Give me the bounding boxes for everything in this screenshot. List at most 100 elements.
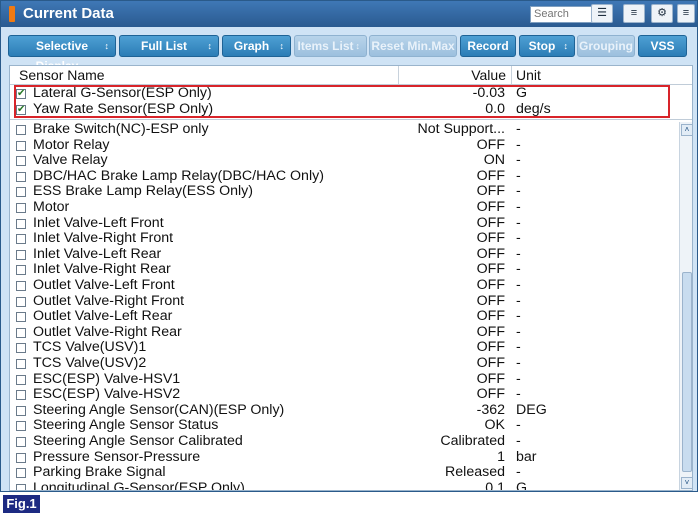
figure-label: Fig.1: [3, 495, 40, 513]
row-checkbox[interactable]: [16, 140, 26, 151]
sensor-unit: -: [516, 261, 521, 278]
row-checkbox[interactable]: [16, 171, 26, 182]
table-row[interactable]: ESC(ESP) Valve-HSV2 OFF -: [10, 387, 679, 403]
row-checkbox[interactable]: [16, 125, 26, 135]
row-checkbox[interactable]: [16, 452, 26, 463]
table-row[interactable]: Longitudinal G-Sensor(ESP Only) 0.1 G: [10, 479, 679, 491]
row-checkbox[interactable]: [16, 483, 26, 490]
sensor-name: Outlet Valve-Left Front: [33, 277, 175, 293]
table-row[interactable]: Outlet Valve-Left Front OFF -: [10, 277, 679, 294]
sensor-value: OFF: [476, 324, 505, 340]
sensor-unit: G: [516, 479, 528, 491]
row-checkbox[interactable]: [16, 405, 26, 416]
table-row[interactable]: Outlet Valve-Right Front OFF -: [10, 293, 679, 310]
table-row[interactable]: Parking Brake Signal Released -: [10, 465, 679, 481]
row-checkbox[interactable]: [16, 390, 26, 401]
table-row[interactable]: Inlet Valve-Right Rear OFF -: [10, 262, 679, 278]
current-data-window: Current Data ☰ ≡ ⚙ ≡ Selective Display↕F…: [0, 0, 698, 492]
row-checkbox[interactable]: [16, 296, 26, 307]
sensor-unit: -: [516, 308, 521, 325]
sensor-value: Calibrated: [440, 434, 505, 449]
row-checkbox[interactable]: [16, 421, 26, 432]
sensor-value: OFF: [476, 356, 505, 371]
scroll-up-icon[interactable]: ˄: [681, 124, 692, 136]
sensor-name: Steering Angle Sensor Calibrated: [33, 433, 243, 449]
table-row[interactable]: Inlet Valve-Right Front OFF -: [10, 231, 679, 247]
sensor-value: 1: [497, 449, 505, 465]
table-row[interactable]: TCS Valve(USV)1 OFF -: [10, 340, 679, 356]
sensor-unit: DEG: [516, 401, 547, 418]
row-checkbox[interactable]: [16, 312, 26, 323]
sensor-unit: -: [516, 121, 521, 137]
row-checkbox[interactable]: [16, 281, 26, 291]
scroll-down-icon[interactable]: ˅: [681, 477, 692, 489]
search-input[interactable]: [530, 6, 594, 23]
title-bar: Current Data ☰ ≡ ⚙ ≡: [1, 1, 697, 27]
sensor-value: ON: [483, 153, 505, 169]
toolbar-button-full-list[interactable]: Full List ↕: [119, 35, 219, 57]
sensor-unit: -: [516, 199, 521, 215]
vertical-scrollbar[interactable]: ˄ ˅: [679, 122, 692, 490]
sensor-name: Steering Angle Sensor Status: [33, 417, 219, 434]
button-label: VSS: [650, 39, 675, 53]
scrollbar-thumb[interactable]: [682, 272, 692, 472]
row-checkbox[interactable]: [16, 234, 26, 245]
sensor-unit: -: [516, 433, 521, 449]
row-checkbox[interactable]: [16, 187, 26, 198]
dropdown-arrow-icon: ↕: [563, 41, 569, 51]
row-checkbox[interactable]: [16, 374, 26, 385]
table-row[interactable]: TCS Valve(USV)2 OFF -: [10, 355, 679, 372]
sensor-name: DBC/HAC Brake Lamp Relay(DBC/HAC Only): [33, 167, 324, 184]
table-row[interactable]: Brake Switch(NC)-ESP only Not Support... -: [10, 121, 679, 138]
table-row[interactable]: Motor Relay OFF -: [10, 137, 679, 154]
toolbar-button-graph[interactable]: Graph ↕: [222, 35, 291, 57]
row-checkbox[interactable]: [16, 437, 26, 447]
table-row[interactable]: Steering Angle Sensor Calibrated Calibrat…: [10, 433, 679, 450]
table-row[interactable]: Steering Angle Sensor(CAN)(ESP Only) -362…: [10, 401, 679, 419]
row-checkbox[interactable]: [16, 265, 26, 276]
toolbar-button-reset-min-max[interactable]: Reset Min.Max: [369, 35, 457, 57]
table-row[interactable]: Inlet Valve-Left Rear OFF -: [10, 245, 679, 263]
highlight-frame: [14, 85, 670, 118]
window-title: Current Data: [23, 5, 114, 22]
toolbar-button-vss[interactable]: VSS: [638, 35, 687, 57]
table-row[interactable]: DBC/HAC Brake Lamp Relay(DBC/HAC Only) OF…: [10, 167, 679, 185]
dropdown-arrow-icon: ↕: [279, 41, 285, 51]
sensor-unit: -: [516, 183, 521, 200]
row-checkbox[interactable]: [16, 468, 26, 479]
table-header: Sensor Name Value Unit: [10, 66, 692, 85]
row-checkbox[interactable]: [16, 343, 26, 354]
row-checkbox[interactable]: [16, 156, 26, 167]
row-checkbox[interactable]: [16, 203, 26, 213]
toolbar-button-items-list[interactable]: Items List ↕: [294, 35, 367, 57]
toolbar-button-stop[interactable]: Stop ↕: [519, 35, 575, 57]
table-row[interactable]: Valve Relay ON -: [10, 153, 679, 169]
sensor-name: Inlet Valve-Left Rear: [33, 245, 162, 262]
sensor-name: ESC(ESP) Valve-HSV2: [33, 386, 181, 403]
table-row[interactable]: Motor OFF -: [10, 199, 679, 216]
row-checkbox[interactable]: [16, 327, 26, 338]
sensor-value: OFF: [476, 184, 505, 200]
menu-icon[interactable]: ≡: [677, 4, 695, 23]
row-checkbox[interactable]: [16, 249, 26, 260]
sensor-unit: -: [516, 386, 521, 403]
column-divider: [511, 66, 512, 84]
row-checkbox[interactable]: [16, 359, 26, 369]
table-row[interactable]: Steering Angle Sensor Status OK -: [10, 418, 679, 434]
toolbar-button-record[interactable]: Record: [460, 35, 516, 57]
toolbar-button-selective-display[interactable]: Selective Display↕: [8, 35, 116, 73]
toolbar-button-grouping[interactable]: Grouping: [577, 35, 635, 57]
table-row[interactable]: Inlet Valve-Left Front OFF -: [10, 215, 679, 232]
table-row[interactable]: ESS Brake Lamp Relay(ESS Only) OFF -: [10, 184, 679, 200]
setting-icon[interactable]: ⚙: [651, 4, 673, 23]
table-row[interactable]: Outlet Valve-Right Rear OFF -: [10, 324, 679, 341]
table-row[interactable]: Outlet Valve-Left Rear OFF -: [10, 309, 679, 325]
row-checkbox[interactable]: [16, 218, 26, 229]
header-sensor-name: Sensor Name: [19, 67, 105, 83]
search-list-icon[interactable]: ☰: [591, 4, 613, 23]
pinned-divider: [10, 119, 692, 120]
table-row[interactable]: ESC(ESP) Valve-HSV1 OFF -: [10, 371, 679, 388]
dropdown-arrow-icon: ↕: [207, 41, 213, 51]
table-row[interactable]: Pressure Sensor-Pressure 1 bar: [10, 449, 679, 466]
list-icon[interactable]: ≡: [623, 4, 645, 23]
